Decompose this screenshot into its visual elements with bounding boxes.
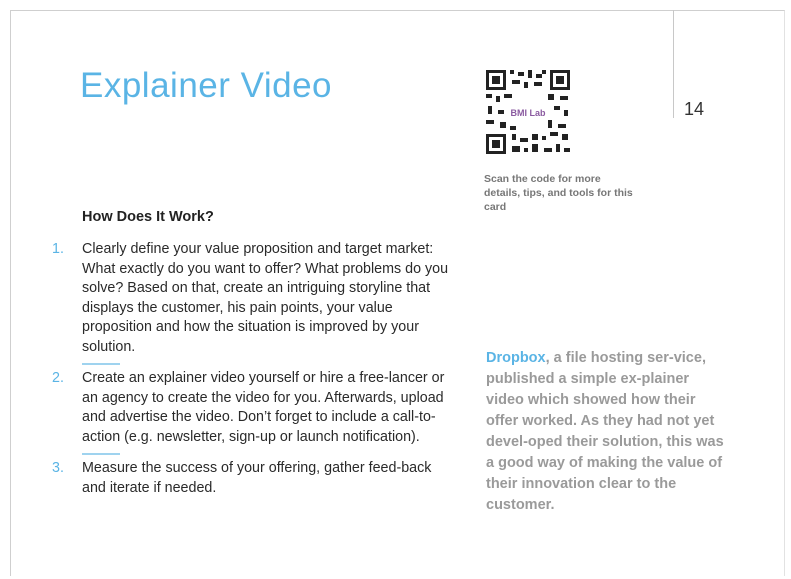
page-divider xyxy=(673,10,674,118)
step-number: 1. xyxy=(52,241,64,257)
example-brand: Dropbox xyxy=(486,350,546,366)
qr-label: BMI Lab xyxy=(511,108,547,118)
page-number: 14 xyxy=(684,99,705,119)
step-item: 3. Measure the success of your offering,… xyxy=(52,459,452,498)
example-body: , a file hosting ser-vice, published a s… xyxy=(486,350,724,513)
step-text: Create an explainer video yourself or hi… xyxy=(82,370,445,445)
step-number: 2. xyxy=(52,370,64,386)
step-number: 3. xyxy=(52,460,64,476)
step-text: Measure the success of your offering, ga… xyxy=(82,460,432,496)
card-title: Explainer Video xyxy=(80,66,333,105)
steps-list: 1. Clearly define your value proposition… xyxy=(52,240,452,498)
scan-note: Scan the code for more details, tips, an… xyxy=(484,173,633,213)
section-heading: How Does It Work? xyxy=(82,209,214,225)
step-text: Clearly define your value proposition an… xyxy=(82,241,449,355)
example-text: Dropbox, a file hosting ser-vice, publis… xyxy=(486,348,726,516)
step-item: 1. Clearly define your value proposition… xyxy=(52,240,452,357)
qr-code[interactable]: BMI Lab xyxy=(484,68,572,156)
step-divider xyxy=(82,363,120,365)
step-divider xyxy=(82,453,120,455)
step-item: 2. Create an explainer video yourself or… xyxy=(52,369,452,447)
